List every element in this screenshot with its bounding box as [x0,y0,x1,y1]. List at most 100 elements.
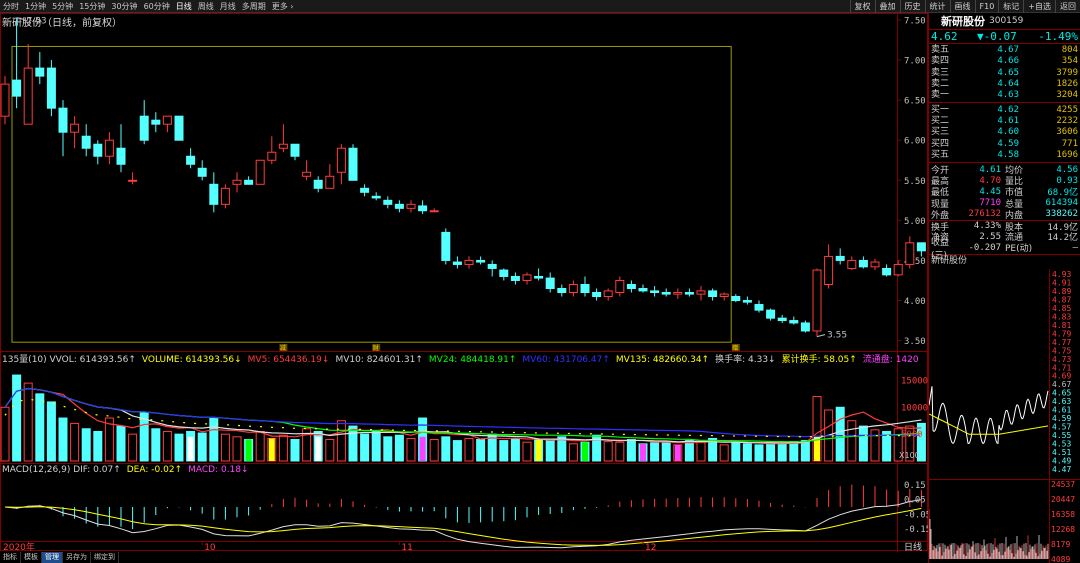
candle[interactable] [429,208,439,213]
candle[interactable] [905,236,915,269]
tool-button-2[interactable]: 历史 [899,0,925,13]
candle[interactable] [186,148,196,169]
candle[interactable] [81,124,91,157]
candle[interactable] [116,124,126,173]
candle[interactable] [882,264,892,277]
tool-button-7[interactable]: +自选 [1023,0,1055,13]
candle[interactable] [870,258,880,271]
candle[interactable] [592,288,602,301]
candle[interactable] [487,260,497,277]
candle[interactable] [174,115,184,141]
candle[interactable] [534,268,544,281]
bottom-tab-3[interactable]: 另存为 [63,552,91,563]
candle[interactable] [800,320,810,333]
candle[interactable] [626,280,636,293]
candle[interactable] [847,256,857,271]
candle[interactable] [615,276,625,297]
candle[interactable] [742,296,752,305]
period-tab-7[interactable]: 周线 [195,0,217,13]
candle[interactable] [162,115,172,133]
candle[interactable] [360,184,370,197]
candle[interactable] [406,200,416,213]
candle[interactable] [220,184,230,209]
bottom-tab-2[interactable]: 管理 [42,552,63,563]
tool-button-6[interactable]: 标记 [998,0,1023,13]
tool-button-5[interactable]: F10 [974,0,999,13]
candle[interactable] [35,52,45,85]
candle[interactable] [650,286,660,297]
candle[interactable] [70,116,80,149]
candle[interactable] [858,256,868,269]
candle[interactable] [232,172,242,193]
candle[interactable] [580,276,590,297]
period-tab-3[interactable]: 15分钟 [76,0,108,13]
candle[interactable] [916,242,926,257]
candle[interactable] [638,284,648,293]
candle[interactable] [244,176,254,185]
tool-button-3[interactable]: 统计 [924,0,950,13]
candle[interactable] [267,136,277,165]
candle[interactable] [708,288,718,301]
candle[interactable] [568,280,578,297]
candle[interactable] [684,288,694,297]
intraday-chart[interactable]: 4.934.914.894.874.854.834.814.794.774.75… [929,269,1080,563]
candle[interactable] [522,272,532,285]
candle[interactable] [58,100,68,157]
candle[interactable] [673,288,683,299]
candle[interactable] [93,140,103,165]
candle[interactable] [696,286,706,301]
candle[interactable] [151,112,161,133]
candle[interactable] [23,44,33,125]
candle[interactable] [418,200,428,214]
candle[interactable] [139,100,149,145]
candle[interactable] [557,284,567,297]
period-tab-6[interactable]: 日线 [173,0,195,13]
candle[interactable] [46,60,56,117]
period-tab-9[interactable]: 多周期 [239,0,269,13]
candle[interactable] [777,314,787,323]
tool-button-4[interactable]: 画线 [949,0,975,13]
candle[interactable] [302,160,312,181]
candle[interactable] [278,124,288,153]
candle[interactable] [441,228,451,265]
candle[interactable] [104,132,114,165]
period-tab-5[interactable]: 60分钟 [141,0,173,13]
candle[interactable] [603,288,613,301]
candle[interactable] [789,316,799,325]
candle[interactable] [754,300,764,313]
candle[interactable] [812,268,822,337]
period-tab-1[interactable]: 1分钟 [22,0,49,13]
candle[interactable] [835,248,845,265]
candle[interactable] [348,144,358,181]
candle[interactable] [371,192,381,201]
period-tab-0[interactable]: 分时 [0,0,22,13]
kline-chart[interactable]: 7.507.006.506.005.505.004.504.003.507.53… [0,13,928,552]
candle[interactable] [719,292,729,301]
tool-button-1[interactable]: 叠加 [874,0,900,13]
candle[interactable] [731,294,741,303]
range-selection-box[interactable] [11,45,732,343]
candle[interactable] [383,196,393,209]
candle[interactable] [197,160,207,181]
candle[interactable] [661,288,671,297]
bottom-tab-0[interactable]: 指标 [0,552,21,563]
more-periods-button[interactable]: 更多 › [269,0,297,13]
candle[interactable] [290,143,300,161]
candle[interactable] [336,144,346,185]
candle[interactable] [824,244,834,289]
tool-button-0[interactable]: 复权 [849,0,875,13]
period-tab-8[interactable]: 月线 [217,0,239,13]
candle[interactable] [128,172,138,185]
candle[interactable] [313,176,323,193]
period-tab-2[interactable]: 5分钟 [49,0,76,13]
candle[interactable] [325,164,335,189]
candle[interactable] [209,172,219,213]
candle[interactable] [464,256,474,269]
candle[interactable] [476,256,486,265]
candle[interactable] [452,256,462,269]
event-marker-1[interactable]: 财 [373,344,379,352]
bottom-tab-1[interactable]: 模板 [21,552,42,563]
candle[interactable] [394,200,404,213]
period-tab-4[interactable]: 30分钟 [108,0,140,13]
candle[interactable] [499,268,509,281]
